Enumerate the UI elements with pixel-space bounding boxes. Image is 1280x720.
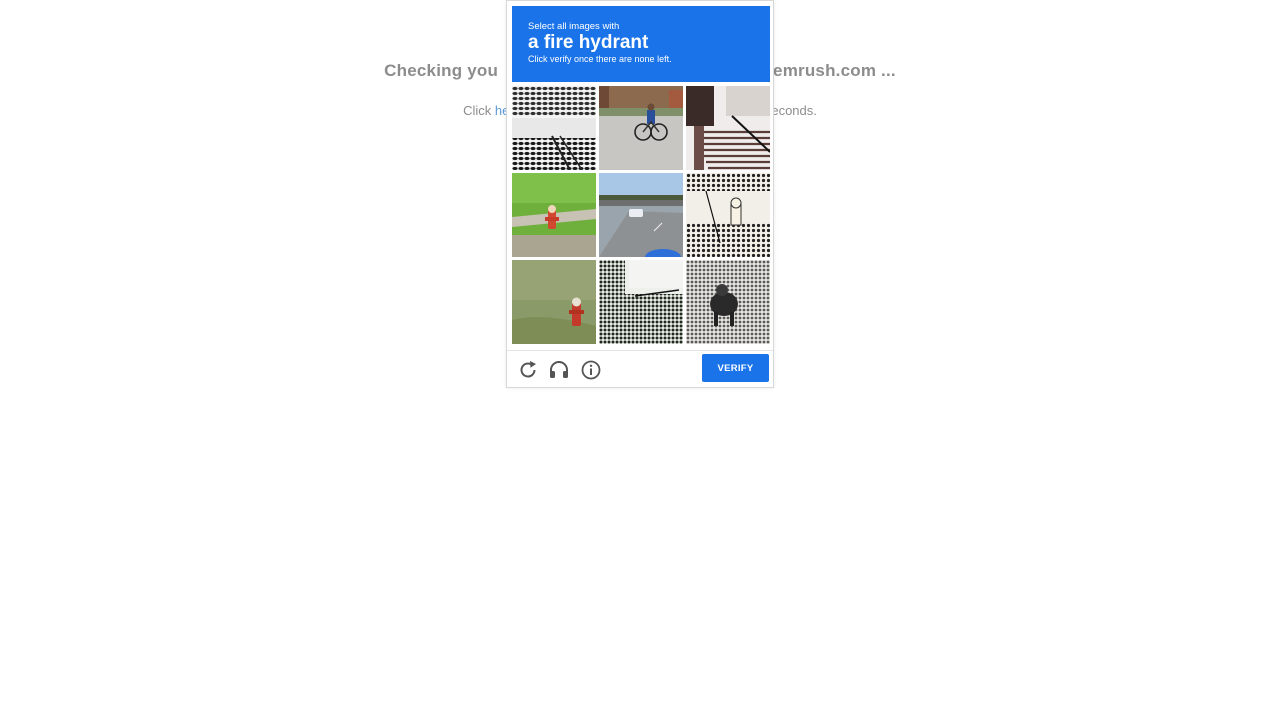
verify-button[interactable]: VERIFY xyxy=(702,354,769,382)
halftone-hydrant-image xyxy=(686,173,770,257)
headphones-icon[interactable] xyxy=(547,358,571,382)
hydrant-grass-image xyxy=(512,173,596,257)
image-tile-6[interactable] xyxy=(686,173,770,257)
page: Checking you emrush.com ... Click he econd… xyxy=(0,0,1280,720)
stairs-image xyxy=(686,86,770,170)
image-tile-5[interactable] xyxy=(599,173,683,257)
heading-right: emrush.com ... xyxy=(773,61,896,80)
prompt-target: a fire hydrant xyxy=(528,32,649,53)
subtext-left: Click xyxy=(463,103,495,118)
image-tile-9[interactable] xyxy=(686,260,770,344)
info-icon[interactable] xyxy=(579,358,603,382)
image-tile-1[interactable] xyxy=(512,86,596,170)
image-tile-8[interactable] xyxy=(599,260,683,344)
halftone-building-image xyxy=(599,260,683,344)
prompt-hint: Click verify once there are none left. xyxy=(528,54,672,64)
heading-left: Checking you xyxy=(384,61,499,80)
reload-icon[interactable] xyxy=(516,358,540,382)
prompt-instruction: Select all images with xyxy=(528,21,620,32)
image-tile-2[interactable] xyxy=(599,86,683,170)
image-tile-7[interactable] xyxy=(512,260,596,344)
footer-divider xyxy=(507,350,773,351)
image-tile-4[interactable] xyxy=(512,173,596,257)
captcha-prompt: Select all images with a fire hydrant Cl… xyxy=(512,6,770,82)
image-tile-3[interactable] xyxy=(686,86,770,170)
image-grid xyxy=(512,86,770,344)
subtext-right: econds. xyxy=(771,103,817,118)
halftone-dog-image xyxy=(686,260,770,344)
captcha-challenge: Select all images with a fire hydrant Cl… xyxy=(506,0,774,388)
road-car-image xyxy=(599,173,683,257)
hydrant-grass-image-2 xyxy=(512,260,596,344)
halftone-pattern-image xyxy=(512,86,596,170)
cyclist-image xyxy=(599,86,683,170)
